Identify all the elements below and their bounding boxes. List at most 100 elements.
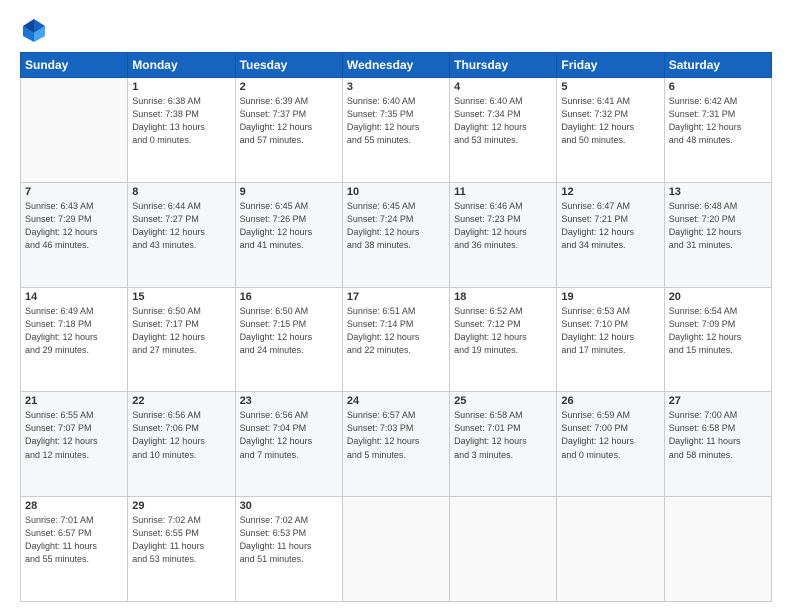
day-info: Sunrise: 6:48 AM Sunset: 7:20 PM Dayligh… [669, 200, 767, 252]
day-number: 8 [132, 186, 230, 198]
day-number: 1 [132, 81, 230, 93]
day-info: Sunrise: 6:56 AM Sunset: 7:04 PM Dayligh… [240, 409, 338, 461]
calendar-cell: 5 Sunrise: 6:41 AM Sunset: 7:32 PM Daylig… [557, 78, 664, 183]
calendar-cell: 27Sunrise: 7:00 AM Sunset: 6:58 PM Dayli… [664, 392, 771, 497]
header-row: SundayMondayTuesdayWednesdayThursdayFrid… [21, 53, 772, 78]
day-number: 7 [25, 186, 123, 198]
calendar-cell: 13 Sunrise: 6:48 AM Sunset: 7:20 PM Dayli… [664, 182, 771, 287]
calendar-week-row: 7Sunrise: 6:43 AM Sunset: 7:29 PM Daylig… [21, 182, 772, 287]
day-number: 2 [240, 81, 338, 93]
calendar-cell: 7Sunrise: 6:43 AM Sunset: 7:29 PM Daylig… [21, 182, 128, 287]
day-number: 4 [454, 81, 552, 93]
calendar-cell: 3 Sunrise: 6:40 AM Sunset: 7:35 PM Daylig… [342, 78, 449, 183]
calendar-week-row: 28 Sunrise: 7:01 AM Sunset: 6:57 PM Dayli… [21, 497, 772, 602]
day-info: Sunrise: 6:54 AM Sunset: 7:09 PM Dayligh… [669, 305, 767, 357]
calendar-week-row: 1Sunrise: 6:38 AM Sunset: 7:38 PM Daylig… [21, 78, 772, 183]
weekday-header: Tuesday [235, 53, 342, 78]
day-info: Sunrise: 6:58 AM Sunset: 7:01 PM Dayligh… [454, 409, 552, 461]
calendar-cell: 8 Sunrise: 6:44 AM Sunset: 7:27 PM Daylig… [128, 182, 235, 287]
day-number: 6 [669, 81, 767, 93]
calendar-cell: 22 Sunrise: 6:56 AM Sunset: 7:06 PM Dayli… [128, 392, 235, 497]
day-info: Sunrise: 6:47 AM Sunset: 7:21 PM Dayligh… [561, 200, 659, 252]
weekday-header: Saturday [664, 53, 771, 78]
calendar-cell: 29Sunrise: 7:02 AM Sunset: 6:55 PM Dayli… [128, 497, 235, 602]
calendar-cell [342, 497, 449, 602]
day-number: 18 [454, 291, 552, 303]
day-number: 23 [240, 395, 338, 407]
day-number: 12 [561, 186, 659, 198]
day-info: Sunrise: 6:56 AM Sunset: 7:06 PM Dayligh… [132, 409, 230, 461]
calendar-cell: 9 Sunrise: 6:45 AM Sunset: 7:26 PM Daylig… [235, 182, 342, 287]
day-info: Sunrise: 6:57 AM Sunset: 7:03 PM Dayligh… [347, 409, 445, 461]
day-number: 19 [561, 291, 659, 303]
day-info: Sunrise: 6:45 AM Sunset: 7:24 PM Dayligh… [347, 200, 445, 252]
weekday-header: Wednesday [342, 53, 449, 78]
calendar-cell: 10 Sunrise: 6:45 AM Sunset: 7:24 PM Dayli… [342, 182, 449, 287]
calendar: SundayMondayTuesdayWednesdayThursdayFrid… [20, 52, 772, 602]
logo-icon [20, 16, 48, 44]
calendar-cell: 11 Sunrise: 6:46 AM Sunset: 7:23 PM Dayli… [450, 182, 557, 287]
day-number: 30 [240, 500, 338, 512]
weekday-header: Thursday [450, 53, 557, 78]
day-info: Sunrise: 6:42 AM Sunset: 7:31 PM Dayligh… [669, 95, 767, 147]
day-number: 25 [454, 395, 552, 407]
day-number: 20 [669, 291, 767, 303]
day-info: Sunrise: 6:51 AM Sunset: 7:14 PM Dayligh… [347, 305, 445, 357]
calendar-cell: 21 Sunrise: 6:55 AM Sunset: 7:07 PM Dayli… [21, 392, 128, 497]
weekday-header: Monday [128, 53, 235, 78]
day-number: 22 [132, 395, 230, 407]
day-number: 14 [25, 291, 123, 303]
day-number: 16 [240, 291, 338, 303]
calendar-cell: 4 Sunrise: 6:40 AM Sunset: 7:34 PM Daylig… [450, 78, 557, 183]
calendar-cell: 14Sunrise: 6:49 AM Sunset: 7:18 PM Dayli… [21, 287, 128, 392]
calendar-cell [21, 78, 128, 183]
calendar-week-row: 21 Sunrise: 6:55 AM Sunset: 7:07 PM Dayli… [21, 392, 772, 497]
calendar-cell: 24 Sunrise: 6:57 AM Sunset: 7:03 PM Dayli… [342, 392, 449, 497]
page: SundayMondayTuesdayWednesdayThursdayFrid… [0, 0, 792, 612]
weekday-header: Friday [557, 53, 664, 78]
calendar-week-row: 14Sunrise: 6:49 AM Sunset: 7:18 PM Dayli… [21, 287, 772, 392]
day-info: Sunrise: 6:45 AM Sunset: 7:26 PM Dayligh… [240, 200, 338, 252]
day-number: 15 [132, 291, 230, 303]
day-number: 3 [347, 81, 445, 93]
day-info: Sunrise: 6:59 AM Sunset: 7:00 PM Dayligh… [561, 409, 659, 461]
day-number: 11 [454, 186, 552, 198]
calendar-cell: 23 Sunrise: 6:56 AM Sunset: 7:04 PM Dayli… [235, 392, 342, 497]
calendar-cell [450, 497, 557, 602]
day-info: Sunrise: 6:50 AM Sunset: 7:15 PM Dayligh… [240, 305, 338, 357]
day-number: 29 [132, 500, 230, 512]
day-info: Sunrise: 6:55 AM Sunset: 7:07 PM Dayligh… [25, 409, 123, 461]
day-number: 17 [347, 291, 445, 303]
day-info: Sunrise: 6:40 AM Sunset: 7:35 PM Dayligh… [347, 95, 445, 147]
calendar-cell: 25 Sunrise: 6:58 AM Sunset: 7:01 PM Dayli… [450, 392, 557, 497]
day-info: Sunrise: 6:53 AM Sunset: 7:10 PM Dayligh… [561, 305, 659, 357]
day-info: Sunrise: 6:44 AM Sunset: 7:27 PM Dayligh… [132, 200, 230, 252]
day-info: Sunrise: 6:39 AM Sunset: 7:37 PM Dayligh… [240, 95, 338, 147]
calendar-cell: 20 Sunrise: 6:54 AM Sunset: 7:09 PM Dayli… [664, 287, 771, 392]
calendar-cell: 18Sunrise: 6:52 AM Sunset: 7:12 PM Dayli… [450, 287, 557, 392]
calendar-cell: 26Sunrise: 6:59 AM Sunset: 7:00 PM Dayli… [557, 392, 664, 497]
day-info: Sunrise: 6:50 AM Sunset: 7:17 PM Dayligh… [132, 305, 230, 357]
day-number: 9 [240, 186, 338, 198]
day-number: 5 [561, 81, 659, 93]
day-info: Sunrise: 7:01 AM Sunset: 6:57 PM Dayligh… [25, 514, 123, 566]
calendar-cell [664, 497, 771, 602]
calendar-cell: 15 Sunrise: 6:50 AM Sunset: 7:17 PM Dayli… [128, 287, 235, 392]
day-info: Sunrise: 7:02 AM Sunset: 6:53 PM Dayligh… [240, 514, 338, 566]
logo [20, 16, 52, 44]
day-number: 28 [25, 500, 123, 512]
day-info: Sunrise: 6:41 AM Sunset: 7:32 PM Dayligh… [561, 95, 659, 147]
calendar-cell: 6 Sunrise: 6:42 AM Sunset: 7:31 PM Daylig… [664, 78, 771, 183]
day-number: 21 [25, 395, 123, 407]
calendar-cell: 28 Sunrise: 7:01 AM Sunset: 6:57 PM Dayli… [21, 497, 128, 602]
calendar-cell: 12 Sunrise: 6:47 AM Sunset: 7:21 PM Dayli… [557, 182, 664, 287]
day-number: 13 [669, 186, 767, 198]
calendar-cell: 16 Sunrise: 6:50 AM Sunset: 7:15 PM Dayli… [235, 287, 342, 392]
header [20, 16, 772, 44]
day-number: 24 [347, 395, 445, 407]
calendar-cell: 30 Sunrise: 7:02 AM Sunset: 6:53 PM Dayli… [235, 497, 342, 602]
day-number: 10 [347, 186, 445, 198]
day-info: Sunrise: 6:46 AM Sunset: 7:23 PM Dayligh… [454, 200, 552, 252]
day-info: Sunrise: 6:40 AM Sunset: 7:34 PM Dayligh… [454, 95, 552, 147]
calendar-cell: 17 Sunrise: 6:51 AM Sunset: 7:14 PM Dayli… [342, 287, 449, 392]
